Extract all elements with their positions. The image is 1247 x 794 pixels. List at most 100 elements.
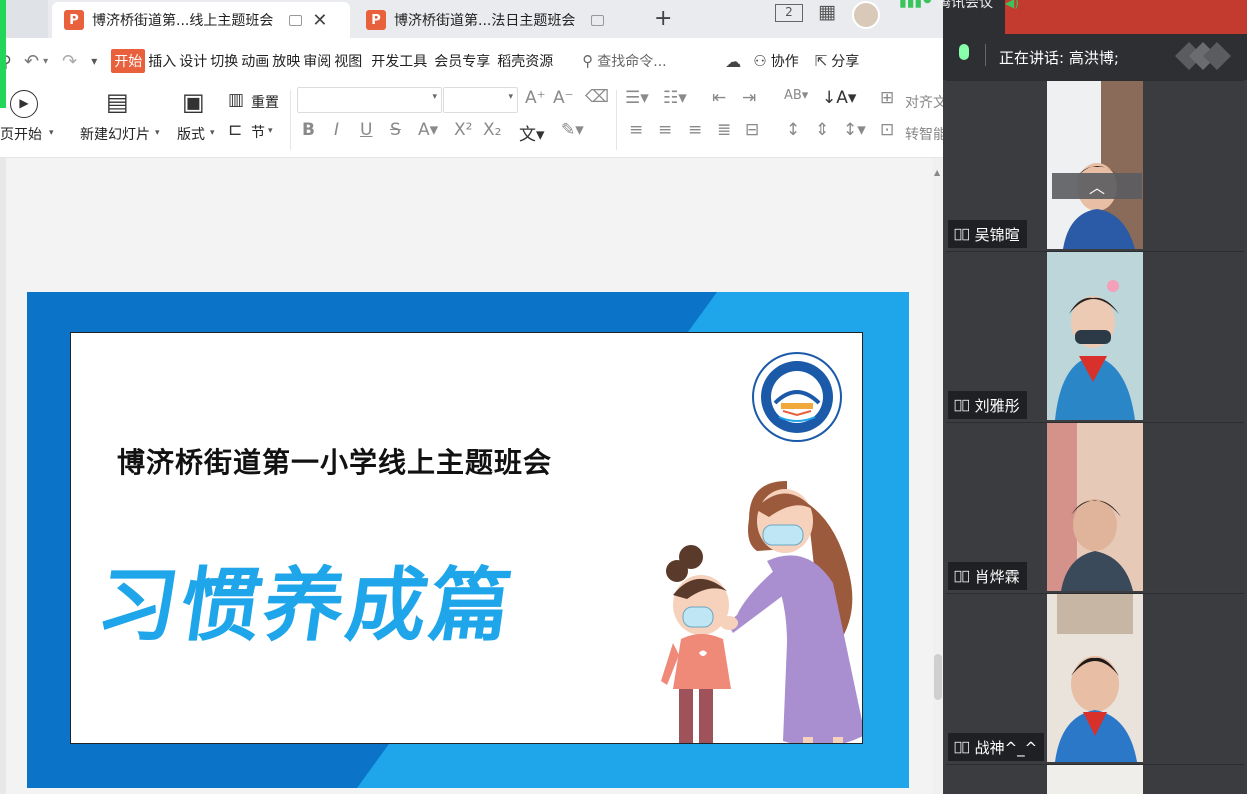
align-left-icon[interactable]: ≡ — [629, 120, 643, 140]
participant-name: 肖烨霖 — [974, 567, 1020, 586]
underline-icon[interactable]: U — [360, 120, 372, 140]
customize-toolbar-icon[interactable]: ▾ — [91, 54, 97, 68]
slide-editor: ▲ 博济桥街道第一小学线上主题班会 习惯养成篇 — [0, 158, 943, 794]
align-text-button[interactable]: 对齐文 — [905, 92, 947, 112]
close-tab-icon[interactable]: ✕ — [312, 10, 327, 31]
layout-switch-icon[interactable]: 2 — [775, 4, 803, 22]
signal-icon: ▮▮▮ — [899, 0, 923, 10]
tab-document-2[interactable]: P 博济桥街道第...法日主题班会 — [354, 2, 650, 38]
participant-video — [1047, 252, 1143, 420]
participant-tile[interactable] — [946, 764, 1244, 794]
menu-developer[interactable]: 开发工具 — [371, 51, 427, 71]
play-from-start-button[interactable]: 页开始 — [0, 124, 42, 144]
reset-button[interactable]: 重置 — [251, 92, 279, 112]
slide-canvas[interactable]: 博济桥街道第一小学线上主题班会 习惯养成篇 — [27, 292, 909, 788]
title-bar-left-area — [0, 0, 48, 38]
participant-tile[interactable]: 🎙⃠ 肖烨霖 — [946, 422, 1244, 591]
pin-window-icon[interactable] — [591, 14, 605, 26]
participant-name-tag: 🎙⃠ 肖烨霖 — [948, 562, 1027, 590]
align-center-icon[interactable]: ≡ — [658, 120, 672, 140]
menu-docer[interactable]: 稻壳资源 — [497, 51, 553, 71]
participant-name-tag: 🎙⃠ 战神^_^ — [948, 733, 1045, 761]
italic-icon[interactable]: I — [334, 120, 339, 140]
section-icon[interactable]: ⊏ — [228, 120, 242, 140]
menu-animation[interactable]: 动画 — [241, 51, 269, 71]
numbered-list-icon[interactable]: ☷▾ — [663, 88, 687, 108]
align-text-icon[interactable]: ⊞ — [880, 88, 894, 108]
collapse-list-button[interactable]: ︿ — [1052, 173, 1142, 199]
pin-window-icon[interactable] — [289, 14, 303, 26]
mic-icon[interactable] — [959, 44, 969, 60]
increase-font-icon[interactable]: A⁺ — [525, 88, 546, 108]
meeting-app-name: 腾讯会议 — [937, 0, 993, 11]
scroll-thumb[interactable] — [934, 654, 942, 700]
speaker-indicator-icon: ◀) — [1005, 0, 1019, 10]
participant-tile[interactable]: 🎙⃠ 刘雅彤 — [946, 251, 1244, 420]
participant-name: 刘雅彤 — [974, 396, 1020, 415]
layout-icon[interactable]: ▣ — [182, 88, 205, 116]
font-size-select[interactable]: ▾ — [443, 87, 518, 113]
distribute-icon[interactable]: ⊟ — [745, 120, 759, 140]
increase-indent-icon[interactable]: ⇥ — [742, 88, 756, 108]
justify-icon[interactable]: ≣ — [717, 120, 731, 140]
undo-icon[interactable]: ↶ — [24, 51, 39, 72]
menu-insert[interactable]: 插入 — [148, 51, 176, 71]
menu-slideshow[interactable]: 放映 — [272, 51, 300, 71]
convert-smartart-button[interactable]: 转智能 — [905, 124, 947, 144]
align-right-icon[interactable]: ≡ — [688, 120, 702, 140]
menu-design[interactable]: 设计 — [179, 51, 207, 71]
scroll-up-icon[interactable]: ▲ — [934, 168, 940, 177]
menu-transition[interactable]: 切换 — [210, 51, 238, 71]
layout-dropdown-icon[interactable]: ▾ — [210, 128, 215, 138]
new-slide-dropdown-icon[interactable]: ▾ — [155, 128, 160, 138]
divider — [290, 90, 291, 150]
redo-icon[interactable]: ↷ — [62, 51, 77, 72]
section-button[interactable]: 节 — [251, 122, 265, 142]
font-family-select[interactable]: ▾ — [297, 87, 442, 113]
reset-icon[interactable]: ▥ — [228, 90, 244, 110]
participant-tile[interactable]: 🎙⃠ 战神^_^ — [946, 593, 1244, 762]
menu-home[interactable]: 开始 — [111, 49, 146, 73]
spacing-options-icon[interactable]: ↕▾ — [843, 120, 866, 140]
decrease-indent-icon[interactable]: ⇤ — [712, 88, 726, 108]
new-slide-icon[interactable]: ▤ — [106, 88, 129, 116]
collab-button[interactable]: 协作 — [771, 51, 799, 71]
mic-muted-icon: 🎙⃠ — [954, 568, 970, 584]
meeting-header: ▮▮▮ ● 腾讯会议 ◀) 正在讲话: 高洪博; — [899, 0, 1247, 80]
section-dropdown-icon[interactable]: ▾ — [268, 126, 273, 136]
grid-apps-icon[interactable]: ▦ — [818, 1, 836, 23]
menu-view[interactable]: 视图 — [334, 51, 362, 71]
strikethrough-icon[interactable]: S — [390, 120, 401, 140]
convert-smartart-icon[interactable]: ⊡ — [880, 120, 894, 140]
share-button[interactable]: 分享 — [831, 51, 859, 71]
tab-label: 博济桥街道第...法日主题班会 — [394, 13, 576, 29]
vertical-scrollbar[interactable]: ▲ — [933, 158, 943, 794]
bold-icon[interactable]: B — [302, 120, 315, 140]
layout-button[interactable]: 版式 — [177, 124, 205, 144]
new-slide-button[interactable]: 新建幻灯片 — [80, 124, 150, 144]
search-command-input[interactable]: 查找命令... — [597, 51, 701, 71]
superscript-icon[interactable]: X² — [454, 120, 472, 140]
clear-format-icon[interactable]: ⌫ — [585, 87, 609, 107]
line-spacing-sort-icon[interactable]: ↓A▾ — [822, 88, 856, 108]
line-spacing-icon[interactable]: ↕ — [786, 120, 800, 140]
highlight-icon[interactable]: ✎▾ — [561, 120, 584, 140]
meeting-logo-icon — [1175, 42, 1231, 70]
participant-tile[interactable]: ︿ 🎙⃠ 吴锦暄 — [946, 80, 1244, 249]
user-avatar[interactable] — [852, 1, 880, 29]
text-box-icon[interactable]: AB▾ — [784, 88, 808, 103]
menu-member[interactable]: 会员专享 — [434, 51, 490, 71]
subscript-icon[interactable]: X₂ — [483, 120, 501, 140]
play-dropdown-icon[interactable]: ▾ — [49, 128, 54, 138]
cloud-sync-icon[interactable]: ☁ — [725, 52, 741, 71]
play-from-start-icon[interactable]: ▶ — [10, 90, 38, 118]
phonetic-guide-icon[interactable]: 文▾ — [519, 120, 545, 145]
paragraph-spacing-icon[interactable]: ⇕ — [815, 120, 829, 140]
undo-dropdown-icon[interactable]: ▾ — [43, 56, 48, 67]
add-tab-button[interactable]: + — [654, 6, 672, 31]
tab-document-1[interactable]: P 博济桥街道第...线上主题班会 ✕ — [52, 2, 350, 38]
bullet-list-icon[interactable]: ☰▾ — [625, 88, 649, 108]
font-color-icon[interactable]: A▾ — [418, 120, 438, 140]
menu-review[interactable]: 审阅 — [303, 51, 331, 71]
decrease-font-icon[interactable]: A⁻ — [553, 88, 574, 108]
